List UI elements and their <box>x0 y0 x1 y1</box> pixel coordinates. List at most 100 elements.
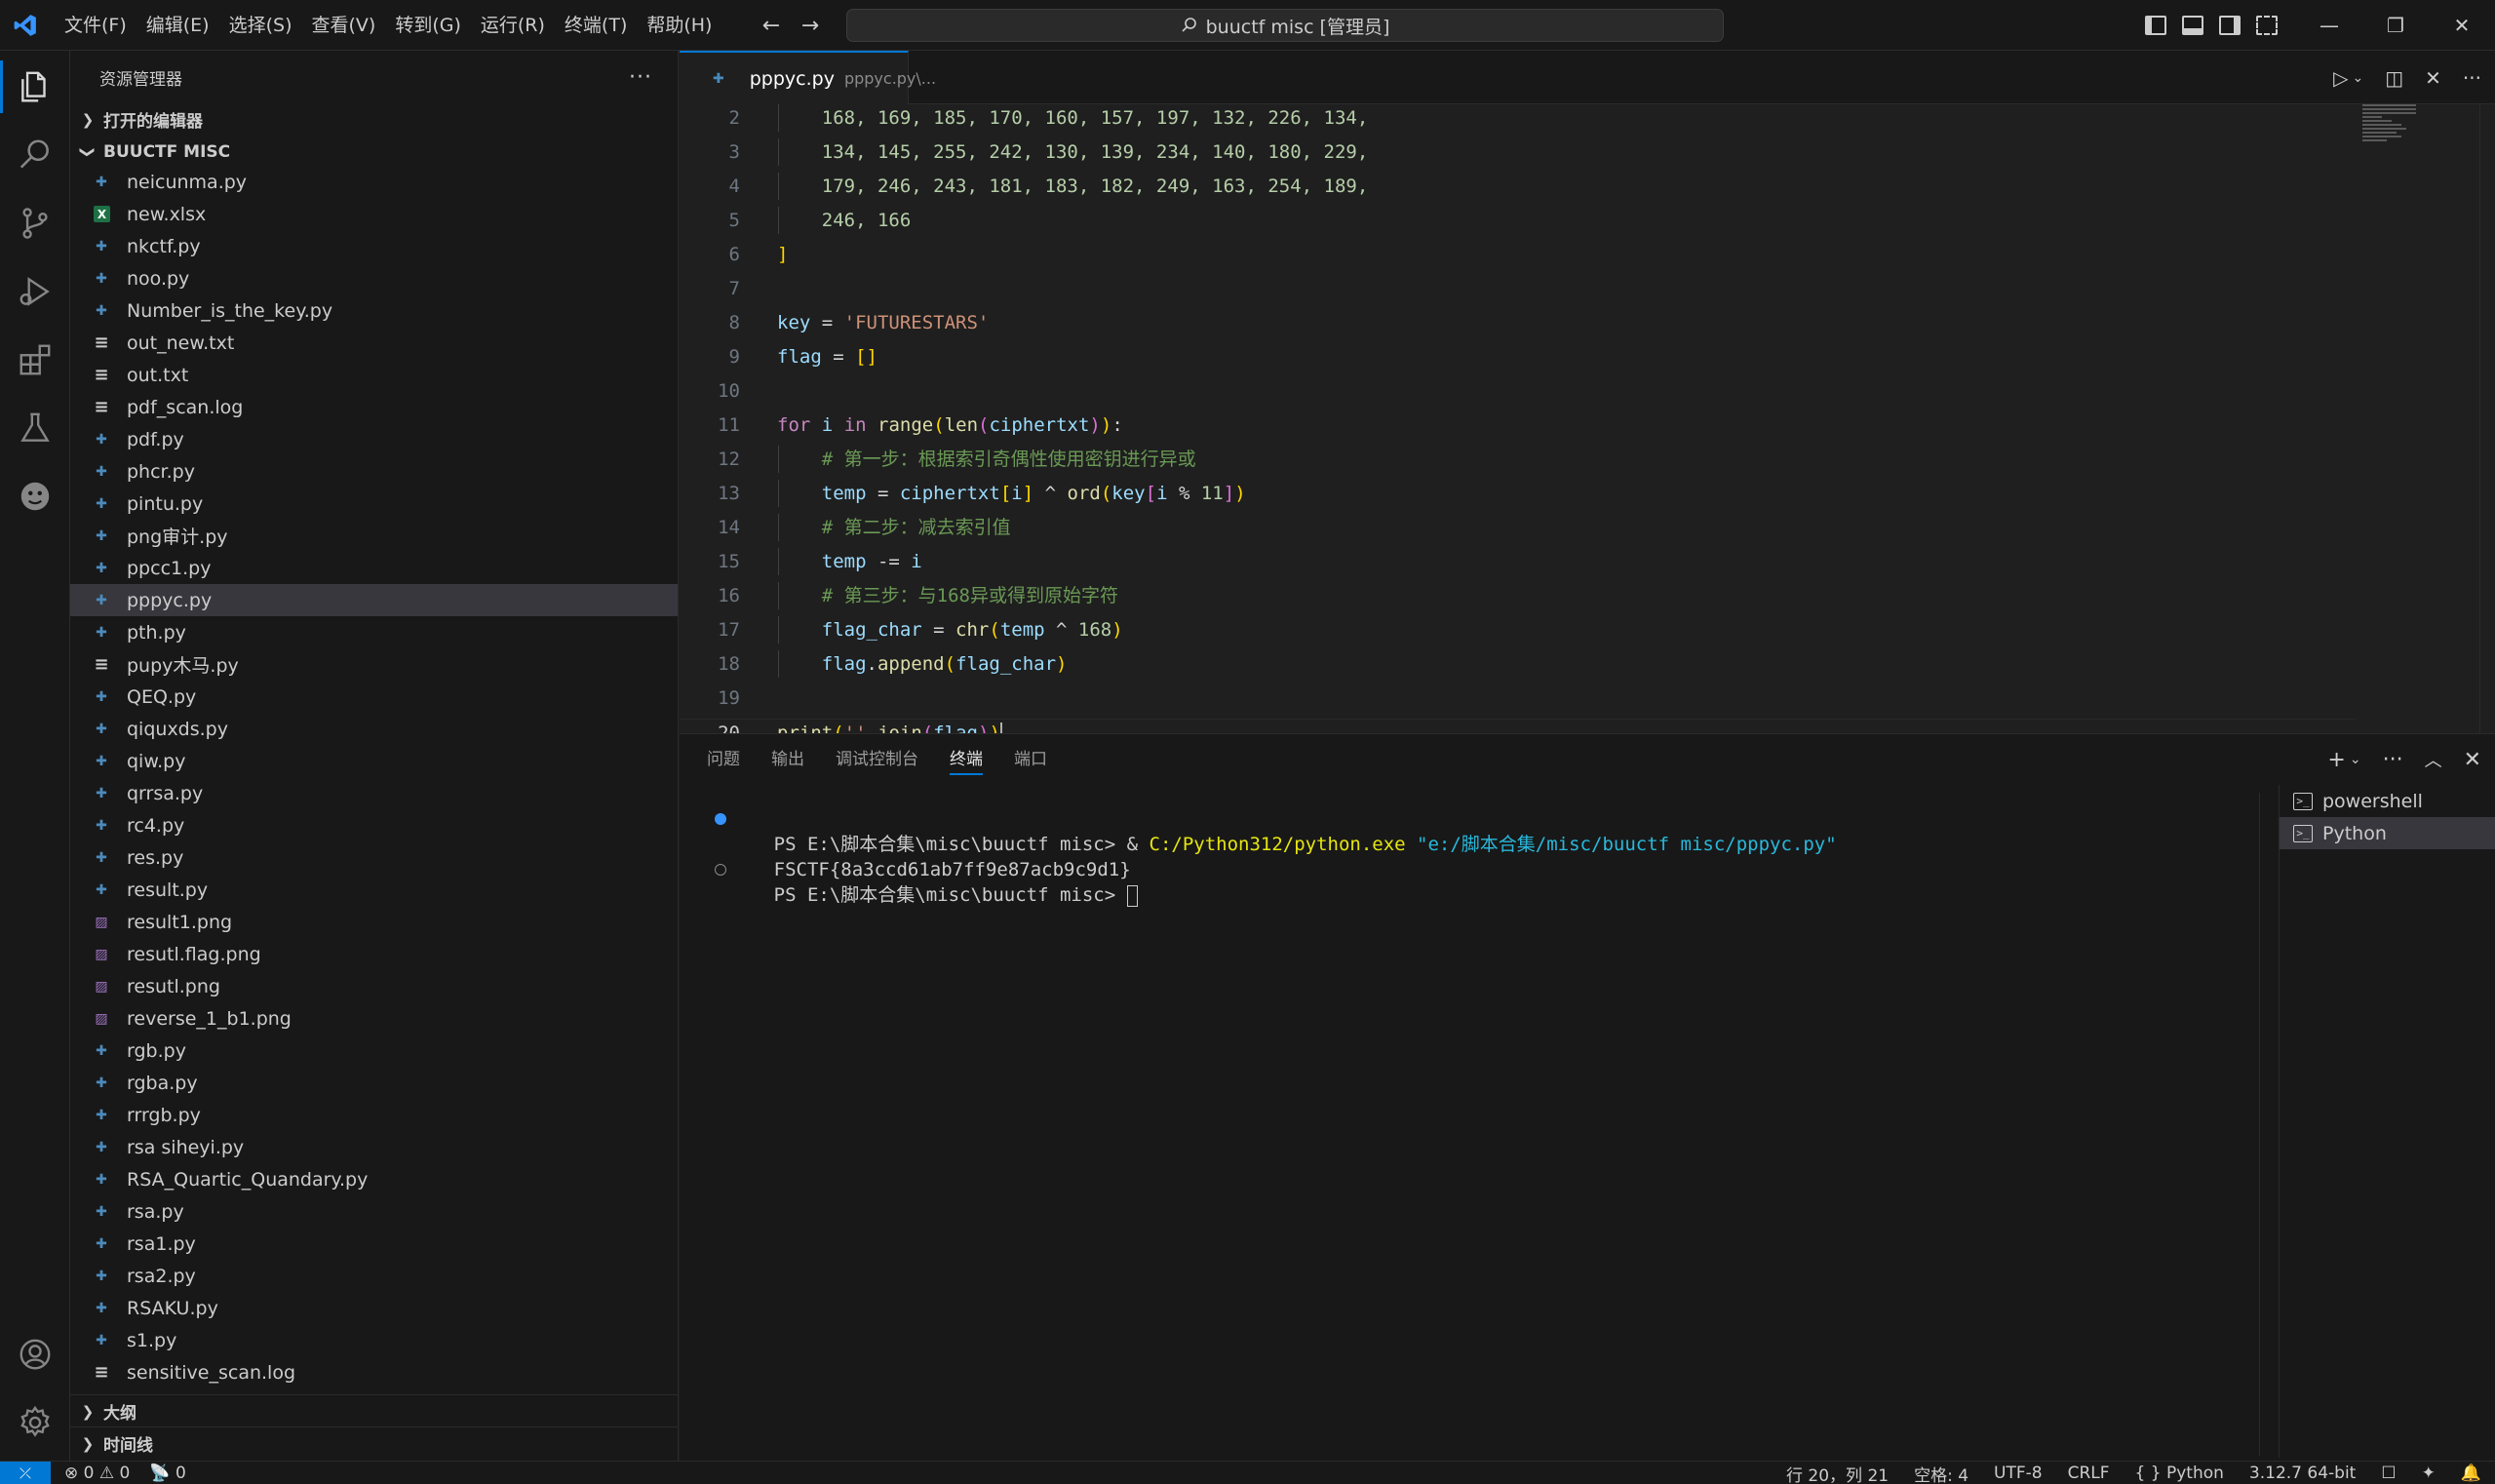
outline-section[interactable]: ❯ 大纲 <box>70 1395 678 1427</box>
file-item[interactable]: ✚ nkctf.py <box>70 230 678 262</box>
language-mode[interactable]: { } Python <box>2135 1464 2224 1483</box>
indentation[interactable]: 空格: 4 <box>1914 1462 1969 1484</box>
file-item[interactable]: ✚ pppyc.py <box>70 584 678 616</box>
open-editors-section[interactable]: ❯ 打开的编辑器 <box>70 103 678 136</box>
tab-pppyc-py[interactable]: ✚ pppyc.py pppyc.py\... <box>680 51 936 104</box>
file-item[interactable]: ✚ pth.py <box>70 616 678 648</box>
file-item[interactable]: ▨ reverse_1_b1.png <box>70 1002 678 1035</box>
more-actions-icon[interactable]: ··· <box>2383 748 2403 772</box>
file-item[interactable]: ✚ noo.py <box>70 262 678 294</box>
file-item[interactable]: ✚ res.py <box>70 841 678 874</box>
code-line[interactable]: 4 179, 246, 243, 181, 183, 182, 249, 163… <box>680 173 2357 200</box>
menu-item[interactable]: 选择(S) <box>219 0 302 51</box>
menu-item[interactable]: 查看(V) <box>302 0 386 51</box>
command-success-icon[interactable] <box>715 813 726 825</box>
file-item[interactable]: ✚ rsa.py <box>70 1195 678 1228</box>
explorer-more-actions-icon[interactable]: ··· <box>629 65 652 90</box>
file-item[interactable]: ✚ RSAKU.py <box>70 1292 678 1324</box>
file-item[interactable]: ▨ resutl.png <box>70 970 678 1002</box>
folder-section[interactable]: ❯ BUUCTF MISC <box>70 136 678 168</box>
menu-item[interactable]: 转到(G) <box>385 0 471 51</box>
file-item[interactable]: ✚ qiquxds.py <box>70 713 678 745</box>
chevron-down-icon[interactable]: ⌄ <box>2353 70 2364 86</box>
code-line[interactable]: 7 <box>680 275 2357 302</box>
problems-status[interactable]: ⊗ 0 ⚠ 0 <box>64 1464 130 1483</box>
code-line[interactable]: 3 134, 145, 255, 242, 130, 139, 234, 140… <box>680 138 2357 166</box>
panel-tab[interactable]: 问题 <box>707 734 740 785</box>
file-item[interactable]: ✚ qrrsa.py <box>70 777 678 809</box>
file-item[interactable]: Xnew.xlsx <box>70 198 678 230</box>
python-interpreter[interactable]: 3.12.7 64-bit <box>2249 1464 2356 1483</box>
code-line[interactable]: 2 168, 169, 185, 170, 160, 157, 197, 132… <box>680 104 2357 132</box>
terminal-scrollbar[interactable] <box>2259 793 2273 1456</box>
code-line[interactable]: 19 <box>680 684 2357 712</box>
file-item[interactable]: ✚ ppcc1.py <box>70 552 678 584</box>
file-item[interactable]: ✚ rsa siheyi.py <box>70 1131 678 1163</box>
source-control-icon[interactable] <box>0 189 70 257</box>
panel-tab[interactable]: 调试控制台 <box>836 734 918 785</box>
run-debug-icon[interactable] <box>0 257 70 326</box>
cursor-position[interactable]: 行 20，列 21 <box>1786 1462 1889 1484</box>
menu-item[interactable]: 文件(F) <box>55 0 136 51</box>
customize-layout-icon[interactable] <box>2256 16 2278 35</box>
remote-indicator-icon[interactable]: ⤫ <box>0 1461 51 1484</box>
code-line[interactable]: 14 # 第二步：减去索引值 <box>680 514 2357 541</box>
file-item[interactable]: ✚ rgb.py <box>70 1035 678 1067</box>
minimize-button[interactable]: — <box>2296 0 2362 51</box>
timeline-section[interactable]: ❯ 时间线 <box>70 1427 678 1460</box>
toggle-secondary-sidebar-icon[interactable] <box>2219 16 2241 35</box>
testing-icon[interactable] <box>0 394 70 462</box>
code-line[interactable]: 6] <box>680 241 2357 268</box>
maximize-panel-icon[interactable]: ︿ <box>2425 747 2442 772</box>
code-line[interactable]: 10 <box>680 377 2357 405</box>
code-line[interactable]: 5 246, 166 <box>680 207 2357 234</box>
close-window-button[interactable]: ✕ <box>2429 0 2495 51</box>
menu-item[interactable]: 帮助(H) <box>637 0 721 51</box>
file-item[interactable]: ≡ out_new.txt <box>70 327 678 359</box>
file-item[interactable]: ≡ pupy木马.py <box>70 648 678 681</box>
file-item[interactable]: ✚ QEQ.py <box>70 681 678 713</box>
code-editor[interactable]: 2 168, 169, 185, 170, 160, 157, 197, 132… <box>680 104 2495 733</box>
file-item[interactable]: ✚ qiw.py <box>70 745 678 777</box>
notifications-bell-icon[interactable]: 🔔 <box>2461 1464 2481 1483</box>
code-line[interactable]: 17 flag_char = chr(temp ^ 168) <box>680 616 2357 644</box>
restore-button[interactable]: ❐ <box>2362 0 2429 51</box>
file-item[interactable]: ✚ png审计.py <box>70 520 678 552</box>
more-actions-icon[interactable]: ··· <box>2463 66 2481 90</box>
panel-tab[interactable]: 端口 <box>1014 734 1047 785</box>
close-tab-icon[interactable]: ✕ <box>2425 66 2441 90</box>
settings-gear-icon[interactable] <box>0 1388 70 1457</box>
ports-status[interactable]: 📡 0 <box>149 1464 185 1483</box>
terminal-instance[interactable]: >_ Python <box>2280 817 2495 849</box>
code-line[interactable]: 15 temp -= i <box>680 548 2357 575</box>
file-item[interactable]: ✚ s1.py <box>70 1324 678 1356</box>
account-icon[interactable] <box>0 1320 70 1388</box>
command-pending-icon[interactable] <box>715 864 726 876</box>
file-item[interactable]: ✚ RSA_Quartic_Quandary.py <box>70 1163 678 1195</box>
code-line[interactable]: 12 # 第一步：根据索引奇偶性使用密钥进行异或 <box>680 446 2357 473</box>
new-terminal-icon[interactable]: + <box>2327 748 2345 772</box>
split-editor-icon[interactable]: ◫ <box>2385 66 2403 90</box>
python-environments-icon[interactable] <box>0 462 70 530</box>
forward-arrow-icon[interactable]: → <box>799 14 821 38</box>
copilot-icon[interactable]: ✦ <box>2422 1464 2436 1483</box>
command-center-search[interactable]: buuctf misc [管理员] <box>846 9 1724 42</box>
file-item[interactable]: ✚ rc4.py <box>70 809 678 841</box>
file-item[interactable]: ✚ neicunma.py <box>70 166 678 198</box>
file-item[interactable]: ≡ pdf_scan.log <box>70 391 678 423</box>
file-item[interactable]: ✚ Number_is_the_key.py <box>70 294 678 327</box>
toggle-primary-sidebar-icon[interactable] <box>2145 16 2166 35</box>
file-item[interactable]: ✚ pintu.py <box>70 488 678 520</box>
file-item[interactable]: ✚ rsa1.py <box>70 1228 678 1260</box>
chevron-down-icon[interactable]: ⌄ <box>2350 752 2361 767</box>
feedback-icon[interactable]: ☐ <box>2381 1464 2396 1483</box>
code-line[interactable]: 16 # 第三步：与168异或得到原始字符 <box>680 582 2357 609</box>
file-item[interactable]: ✚ rsa2.py <box>70 1260 678 1292</box>
search-icon[interactable] <box>0 121 70 189</box>
code-line[interactable]: 20 print(''.join(flag)) <box>680 719 2357 733</box>
end-of-line[interactable]: CRLF <box>2068 1464 2110 1483</box>
close-panel-icon[interactable]: ✕ <box>2464 748 2481 772</box>
file-item[interactable]: ✚ rgba.py <box>70 1067 678 1099</box>
menu-item[interactable]: 编辑(E) <box>136 0 219 51</box>
file-item[interactable]: ✚ rrrgb.py <box>70 1099 678 1131</box>
